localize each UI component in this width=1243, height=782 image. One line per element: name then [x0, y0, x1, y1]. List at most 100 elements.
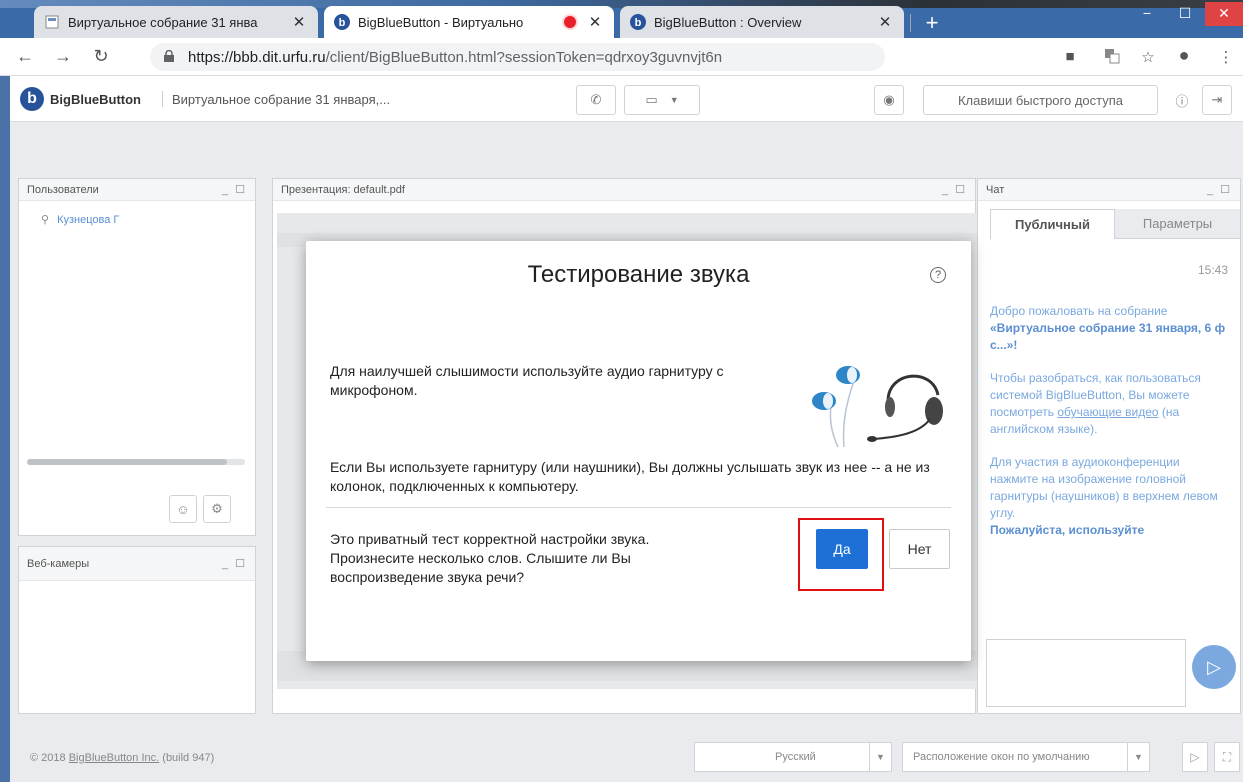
shortcuts-button[interactable]: Клавиши быстрого доступа: [923, 85, 1158, 115]
apply-layout-button[interactable]: ▷: [1182, 742, 1208, 772]
settings-button[interactable]: ⚙: [203, 495, 231, 523]
logo-text: BigBlueButton: [50, 91, 141, 107]
back-icon[interactable]: ←: [14, 46, 36, 67]
gear-icon: ⚙: [211, 501, 223, 516]
svg-text:b: b: [635, 17, 642, 29]
window-close-icon[interactable]: ✕: [1205, 2, 1243, 26]
join-text: Для участия в аудиоконференции нажмите н…: [990, 455, 1218, 520]
user-name: Кузнецова Г: [57, 213, 120, 226]
dialog-title: Тестирование звука: [527, 261, 750, 288]
welcome-meeting: «Виртуальное собрание 31 января, 6 ф с..…: [990, 321, 1226, 352]
panel-window-controls[interactable]: _ ☐: [1207, 183, 1232, 196]
copyright: © 2018 BigBlueButton Inc. (build 947): [30, 752, 214, 764]
camera-icon[interactable]: ■: [1060, 48, 1080, 66]
logout-icon[interactable]: ⇥: [1202, 85, 1232, 115]
headphones-instruction: Если Вы используете гарнитуру (или наушн…: [330, 459, 930, 494]
minimize-icon[interactable]: −: [1129, 2, 1165, 26]
star-icon[interactable]: ☆: [1138, 48, 1158, 66]
translate-icon[interactable]: [1102, 48, 1122, 66]
chat-tabs: Публичный Параметры: [990, 209, 1240, 239]
message-timestamp: 15:43: [1197, 263, 1228, 277]
app-header: b BigBlueButton Виртуальное собрание 31 …: [10, 76, 1243, 122]
chat-input[interactable]: [986, 639, 1186, 707]
welcome-line: Добро пожаловать на собрание: [990, 304, 1168, 318]
panel-window-controls[interactable]: _ ☐: [942, 183, 967, 196]
layout-value: Расположение окон по умолчанию: [913, 751, 1090, 763]
send-button[interactable]: ▷: [1192, 645, 1236, 689]
panel-window-controls[interactable]: _ ☐: [222, 557, 247, 570]
account-icon[interactable]: ●: [1174, 45, 1194, 65]
browser-tab-3[interactable]: b BigBlueButton : Overview ✕: [620, 6, 904, 38]
close-icon[interactable]: ✕: [586, 13, 604, 31]
bigbluebutton-link[interactable]: BigBlueButton Inc.: [69, 752, 160, 764]
fullscreen-button[interactable]: ⛶: [1214, 742, 1240, 772]
new-tab-icon[interactable]: +: [920, 10, 944, 36]
horizontal-scrollbar[interactable]: [27, 459, 245, 465]
headset-icon: [812, 366, 943, 448]
panel-title: Презентация: default.pdf: [281, 183, 405, 196]
chevron-down-icon: ▼: [669, 95, 679, 105]
panel-header: Веб-камеры _ ☐: [19, 547, 255, 581]
private-test-question: Это приватный тест корректной настройки …: [330, 531, 650, 585]
bigbluebutton-icon: b: [630, 14, 646, 30]
camera-icon: ▭: [645, 92, 658, 107]
maximize-icon[interactable]: ☐: [1167, 2, 1203, 26]
browser-tab-1[interactable]: Виртуальное собрание 31 янва ✕: [34, 6, 318, 38]
headset-recommendation: Для наилучшей слышимости используйте ауд…: [330, 363, 724, 398]
send-icon: ▷: [1207, 656, 1221, 677]
welcome-message: Добро пожаловать на собрание «Виртуально…: [990, 303, 1230, 539]
webcams-panel: Веб-камеры _ ☐: [18, 546, 256, 714]
tab-title: BigBlueButton - Виртуально: [358, 14, 524, 30]
panel-title: Чат: [986, 183, 1005, 196]
language-select[interactable]: Русский ▼: [694, 742, 892, 772]
svg-text:b: b: [339, 17, 346, 29]
panel-window-controls[interactable]: _ ☐: [222, 183, 247, 196]
tab-separator: [910, 14, 911, 32]
browser-tab-strip: Виртуальное собрание 31 янва ✕ b BigBlue…: [0, 0, 1243, 38]
layout-select[interactable]: Расположение окон по умолчанию ▼: [902, 742, 1150, 772]
scrollbar-thumb[interactable]: [27, 459, 227, 465]
webcam-button[interactable]: ▭ ▼: [624, 85, 700, 115]
record-button[interactable]: ◉: [874, 85, 904, 115]
panel-header: Пользователи _ ☐: [19, 179, 255, 201]
chevron-down-icon: ▼: [869, 743, 891, 771]
tutorial-link[interactable]: обучающие видео: [1057, 405, 1158, 419]
app-footer: © 2018 BigBlueButton Inc. (build 947) Ру…: [10, 730, 1243, 782]
meeting-name: Виртуальное собрание 31 января,...: [172, 92, 391, 107]
phone-button[interactable]: ✆: [576, 85, 616, 115]
fullscreen-icon: ⛶: [1222, 749, 1232, 764]
reload-icon[interactable]: ↻: [90, 46, 112, 67]
tab-title: BigBlueButton : Overview: [654, 14, 802, 30]
url-path: /client/BigBlueButton.html?sessionToken=…: [325, 48, 723, 66]
browser-toolbar: ← → ↻ https://bbb.dit.urfu.ru/client/Big…: [0, 38, 1243, 76]
dialog-divider: [326, 507, 951, 508]
audio-test-dialog: Тестирование звука ? Для наилучшей слыши…: [306, 241, 971, 661]
status-button[interactable]: ☺: [169, 495, 197, 523]
lock-icon: [164, 49, 178, 66]
browser-tab-2[interactable]: b BigBlueButton - Виртуально ✕: [324, 6, 614, 38]
help-icon[interactable]: ⓘ: [1168, 85, 1196, 115]
recording-icon: [564, 16, 576, 28]
smiley-icon: ☺: [176, 501, 190, 517]
tab-title: Виртуальное собрание 31 янва: [68, 14, 258, 30]
chat-panel: Чат _ ☐ Публичный Параметры 15:43 Добро …: [977, 178, 1241, 714]
tab-public[interactable]: Публичный: [990, 209, 1115, 239]
panel-title: Веб-камеры: [27, 557, 90, 570]
play-icon: ▷: [1190, 750, 1200, 764]
tab-options[interactable]: Параметры: [1115, 209, 1240, 239]
no-button[interactable]: Нет: [889, 529, 950, 569]
menu-icon[interactable]: ⋮: [1216, 48, 1236, 66]
document-icon: [44, 14, 60, 30]
help-icon[interactable]: ?: [930, 267, 946, 283]
yes-button[interactable]: Да: [816, 529, 868, 569]
panel-header: Презентация: default.pdf _ ☐: [273, 179, 975, 201]
user-list-item[interactable]: ⚲ Кузнецова Г: [41, 213, 120, 227]
user-icon: ⚲: [41, 214, 50, 226]
close-icon[interactable]: ✕: [290, 13, 308, 31]
forward-icon[interactable]: →: [52, 46, 74, 67]
language-value: Русский: [775, 751, 816, 763]
close-icon[interactable]: ✕: [876, 13, 894, 31]
header-separator: [162, 91, 163, 107]
address-bar[interactable]: https://bbb.dit.urfu.ru/client/BigBlueBu…: [150, 43, 885, 71]
bigbluebutton-logo-icon: b: [20, 87, 44, 111]
